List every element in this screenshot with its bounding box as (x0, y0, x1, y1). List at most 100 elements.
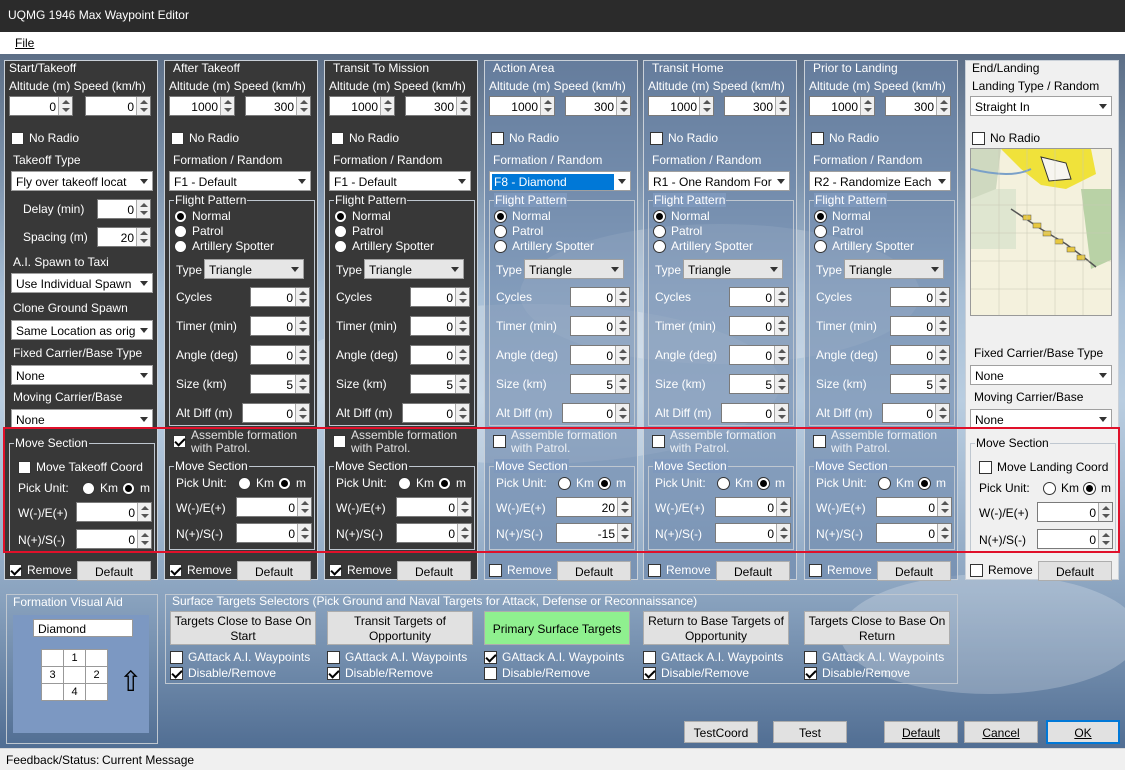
spin-arrows-icon[interactable] (935, 404, 949, 422)
alt-diff-spin[interactable]: 0 (721, 403, 789, 423)
remove-checkbox[interactable] (9, 564, 22, 577)
spin-arrows-icon[interactable] (58, 97, 72, 115)
altitude-spin[interactable]: 1000 (809, 96, 875, 116)
test-button[interactable]: Test (773, 721, 847, 743)
takeoff-type-select[interactable]: Fly over takeoff locat (11, 171, 153, 191)
pattern-artillery-radio[interactable] (814, 240, 827, 253)
timer-spin[interactable]: 0 (890, 316, 950, 336)
speed-spin[interactable]: 300 (885, 96, 951, 116)
spin-arrows-icon[interactable] (615, 317, 629, 335)
alt-diff-spin[interactable]: 0 (402, 403, 470, 423)
speed-spin[interactable]: 300 (724, 96, 790, 116)
no-radio-checkbox[interactable] (811, 132, 824, 145)
gattack-checkbox[interactable] (170, 651, 183, 664)
disable-checkbox[interactable] (170, 667, 183, 680)
disable-checkbox[interactable] (804, 667, 817, 680)
spin-arrows-icon[interactable] (136, 228, 150, 246)
size-spin[interactable]: 5 (250, 374, 310, 394)
timer-spin[interactable]: 0 (570, 316, 630, 336)
default-button[interactable]: Default (397, 561, 471, 581)
spin-arrows-icon[interactable] (616, 97, 630, 115)
remove-checkbox[interactable] (648, 564, 661, 577)
remove-checkbox[interactable] (169, 564, 182, 577)
pattern-patrol-radio[interactable] (334, 225, 347, 238)
testcoord-button[interactable]: TestCoord (684, 721, 758, 743)
altitude-spin[interactable]: 1000 (169, 96, 235, 116)
spin-arrows-icon[interactable] (615, 375, 629, 393)
spin-arrows-icon[interactable] (455, 375, 469, 393)
spin-arrows-icon[interactable] (774, 404, 788, 422)
cancel-button[interactable]: Cancel (964, 721, 1038, 743)
fixed-carrier-select[interactable]: None (970, 365, 1112, 385)
moving-carrier-select[interactable]: None (11, 409, 153, 429)
spin-arrows-icon[interactable] (295, 288, 309, 306)
spin-arrows-icon[interactable] (296, 97, 310, 115)
ok-button[interactable]: OK (1046, 720, 1120, 744)
spin-arrows-icon[interactable] (615, 346, 629, 364)
spin-arrows-icon[interactable] (774, 375, 788, 393)
spin-arrows-icon[interactable] (295, 346, 309, 364)
default-footer-button[interactable]: Default (884, 721, 958, 743)
spin-arrows-icon[interactable] (220, 97, 234, 115)
target-selector-button[interactable]: Targets Close to Base On Return (804, 611, 950, 645)
moving-carrier-select[interactable]: None (970, 409, 1112, 429)
ai-spawn-select[interactable]: Use Individual Spawn (11, 273, 153, 293)
timer-spin[interactable]: 0 (729, 316, 789, 336)
formation-select[interactable]: F8 - Diamond (489, 171, 631, 191)
size-spin[interactable]: 5 (890, 374, 950, 394)
gattack-checkbox[interactable] (804, 651, 817, 664)
gattack-checkbox[interactable] (643, 651, 656, 664)
target-selector-button[interactable]: Return to Base Targets of Opportunity (643, 611, 789, 645)
spin-arrows-icon[interactable] (935, 288, 949, 306)
altitude-spin[interactable]: 1000 (329, 96, 395, 116)
spin-arrows-icon[interactable] (455, 404, 469, 422)
menu-file[interactable]: File (15, 36, 34, 50)
spacing-spin[interactable]: 20 (97, 227, 151, 247)
default-button[interactable]: Default (877, 561, 951, 581)
disable-checkbox[interactable] (484, 667, 497, 680)
no-radio-checkbox[interactable] (491, 132, 504, 145)
gattack-checkbox[interactable] (327, 651, 340, 664)
spin-arrows-icon[interactable] (699, 97, 713, 115)
disable-checkbox[interactable] (327, 667, 340, 680)
cycles-spin[interactable]: 0 (729, 287, 789, 307)
no-radio-checkbox[interactable] (11, 132, 24, 145)
default-button[interactable]: Default (77, 561, 151, 581)
target-selector-button[interactable]: Transit Targets of Opportunity (327, 611, 473, 645)
pattern-artillery-radio[interactable] (494, 240, 507, 253)
pattern-normal-radio[interactable] (494, 210, 507, 223)
spin-arrows-icon[interactable] (380, 97, 394, 115)
spin-arrows-icon[interactable] (775, 97, 789, 115)
spin-arrows-icon[interactable] (935, 346, 949, 364)
remove-checkbox[interactable] (489, 564, 502, 577)
formation-select[interactable]: F1 - Default (329, 171, 471, 191)
gattack-checkbox[interactable] (484, 651, 497, 664)
default-button[interactable]: Default (1038, 561, 1112, 581)
no-radio-checkbox[interactable] (171, 132, 184, 145)
angle-spin[interactable]: 0 (410, 345, 470, 365)
cycles-spin[interactable]: 0 (890, 287, 950, 307)
pattern-patrol-radio[interactable] (814, 225, 827, 238)
pattern-normal-radio[interactable] (174, 210, 187, 223)
pattern-type-select[interactable]: Triangle (364, 259, 464, 279)
spin-arrows-icon[interactable] (295, 317, 309, 335)
spin-arrows-icon[interactable] (774, 317, 788, 335)
spin-arrows-icon[interactable] (455, 317, 469, 335)
spin-arrows-icon[interactable] (136, 97, 150, 115)
angle-spin[interactable]: 0 (890, 345, 950, 365)
angle-spin[interactable]: 0 (250, 345, 310, 365)
spin-arrows-icon[interactable] (295, 404, 309, 422)
spin-arrows-icon[interactable] (540, 97, 554, 115)
spin-arrows-icon[interactable] (936, 97, 950, 115)
pattern-artillery-radio[interactable] (174, 240, 187, 253)
pattern-normal-radio[interactable] (814, 210, 827, 223)
pattern-type-select[interactable]: Triangle (524, 259, 624, 279)
angle-spin[interactable]: 0 (729, 345, 789, 365)
formation-select[interactable]: R2 - Randomize Each (809, 171, 951, 191)
cycles-spin[interactable]: 0 (250, 287, 310, 307)
speed-spin[interactable]: 300 (405, 96, 471, 116)
speed-spin[interactable]: 300 (565, 96, 631, 116)
spin-arrows-icon[interactable] (774, 346, 788, 364)
spin-arrows-icon[interactable] (615, 404, 629, 422)
timer-spin[interactable]: 0 (410, 316, 470, 336)
